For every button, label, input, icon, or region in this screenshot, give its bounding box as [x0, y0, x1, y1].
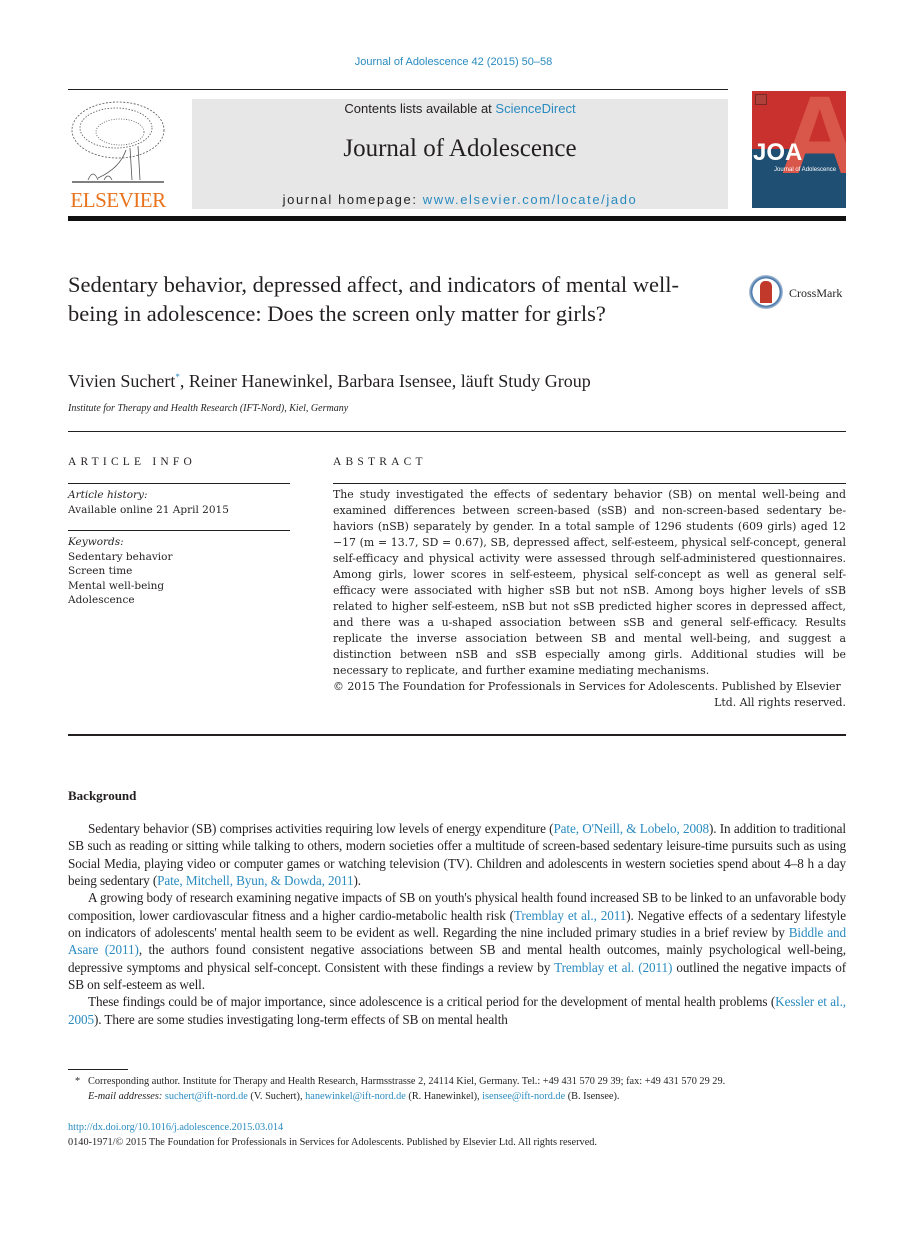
elsevier-logo[interactable]: ELSEVIER: [68, 98, 168, 212]
body-text-run: ). There are some studies investigating …: [93, 1011, 508, 1027]
journal-homepage-link[interactable]: www.elsevier.com/locate/jado: [423, 192, 638, 207]
crossmark-button[interactable]: CrossMark: [749, 275, 849, 311]
header-thick-rule: [68, 216, 846, 221]
homepage-prefix: journal homepage:: [282, 192, 423, 207]
journal-citation-link[interactable]: Journal of Adolescence 42 (2015) 50–58: [0, 56, 907, 68]
abstract-copyright-line: © 2015 The Foundation for Professionals …: [333, 680, 841, 693]
citation-link[interactable]: Pate, Mitchell, Byun, & Dowda, 2011: [157, 873, 353, 888]
citation-link[interactable]: Tremblay et al. (2011): [554, 960, 672, 975]
journal-cover-image[interactable]: A JOA Journal of Adolescence: [752, 91, 846, 208]
contents-prefix: Contents lists available at: [344, 101, 496, 116]
cover-subtitle: Journal of Adolescence: [774, 167, 837, 173]
article-info-heading: ARTICLE INFO: [68, 456, 196, 468]
email-link[interactable]: hanewinkel@ift-nord.de: [305, 1091, 406, 1102]
author-list: Vivien Suchert*, Reiner Hanewinkel, Barb…: [68, 371, 591, 391]
elsevier-wordmark: ELSEVIER: [70, 188, 166, 212]
affiliation: Institute for Therapy and Health Researc…: [68, 403, 349, 414]
footnote-rule: [68, 1069, 128, 1070]
abstract-copyright-line: Ltd. All rights reserved.: [714, 696, 846, 709]
history-label: Article history:: [68, 489, 148, 501]
article-info-rule: [68, 530, 290, 531]
section-rule: [68, 431, 846, 432]
homepage-line: journal homepage: www.elsevier.com/locat…: [192, 192, 728, 207]
keyword-item: Adolescence: [68, 594, 135, 606]
author-name[interactable]: Reiner Hanewinkel: [189, 371, 328, 391]
citation-link[interactable]: Pate, O'Neill, & Lobelo, 2008: [553, 821, 709, 836]
elsevier-tree-icon: [71, 101, 165, 183]
body-paragraph: A growing body of research examining neg…: [68, 889, 846, 993]
doi-link[interactable]: http://dx.doi.org/10.1016/j.adolescence.…: [68, 1120, 597, 1135]
email-footnote: E-mail addresses: suchert@ift-nord.de (V…: [68, 1089, 846, 1104]
article-title: Sedentary behavior, depressed affect, an…: [68, 272, 679, 326]
abstract-text: The study investigated the effects of se…: [333, 488, 846, 677]
email-link[interactable]: suchert@ift-nord.de: [165, 1091, 248, 1102]
keywords-label: Keywords:: [68, 536, 124, 548]
rights-statement: 0140-1971/© 2015 The Foundation for Prof…: [68, 1137, 597, 1148]
email-label: E-mail addresses:: [88, 1091, 163, 1102]
abstract-heading: ABSTRACT: [333, 456, 427, 468]
email-link[interactable]: isensee@ift-nord.de: [482, 1091, 565, 1102]
body-text-run: ).: [353, 873, 362, 889]
abstract-rule: [333, 483, 846, 484]
abstract-end-rule: [68, 734, 846, 736]
article-info-rule: [68, 483, 290, 484]
email-owner: (B. Isensee).: [565, 1091, 620, 1102]
crossmark-label: CrossMark: [789, 286, 843, 300]
email-owner: (V. Suchert),: [247, 1091, 306, 1102]
keywords: Keywords: Sedentary behavior Screen time…: [68, 535, 290, 608]
body-text-run: These findings could be of major importa…: [88, 994, 776, 1010]
section-heading-background: Background: [68, 788, 137, 803]
history-value: Available online 21 April 2015: [68, 503, 229, 516]
author-name[interactable]: Barbara Isensee: [337, 371, 451, 391]
body-text: Sedentary behavior (SB) comprises activi…: [68, 820, 846, 1028]
corresponding-author-footnote: * Corresponding author. Institute for Th…: [68, 1074, 846, 1089]
cover-logo-letters: JOA: [753, 139, 803, 166]
keyword-item: Screen time: [68, 565, 133, 577]
crossmark-ribbon-icon: [760, 281, 772, 303]
footnote-marker: *: [75, 1076, 81, 1087]
email-owner: (R. Hanewinkel),: [405, 1091, 483, 1102]
body-paragraph: Sedentary behavior (SB) comprises activi…: [68, 820, 846, 889]
corresponding-author-text: Corresponding author. Institute for Ther…: [88, 1076, 726, 1087]
author-name[interactable]: läuft Study Group: [461, 371, 591, 391]
keyword-item: Mental well-being: [68, 579, 165, 592]
header-rule: [68, 89, 728, 90]
abstract-copyright: © 2015 The Foundation for Professionals …: [333, 679, 846, 711]
abstract: The study investigated the effects of se…: [333, 487, 846, 711]
journal-title: Journal of Adolescence: [343, 135, 577, 162]
body-text-run: Sedentary behavior (SB) comprises activi…: [88, 821, 554, 836]
doi-block: http://dx.doi.org/10.1016/j.adolescence.…: [68, 1120, 597, 1150]
article-history: Article history: Available online 21 Apr…: [68, 488, 290, 517]
sciencedirect-link[interactable]: ScienceDirect: [495, 101, 575, 116]
body-paragraph: These findings could be of major importa…: [68, 993, 846, 1028]
corresponding-author-marker[interactable]: *: [175, 372, 180, 382]
keyword-item: Sedentary behavior: [68, 550, 173, 563]
cover-publisher-mark: [755, 94, 767, 105]
contents-line: Contents lists available at ScienceDirec…: [192, 101, 728, 116]
journal-banner: Contents lists available at ScienceDirec…: [192, 99, 728, 209]
footnotes: * Corresponding author. Institute for Th…: [68, 1074, 846, 1104]
citation-link[interactable]: Tremblay et al., 2011: [514, 908, 626, 923]
author-name[interactable]: Vivien Suchert: [68, 371, 175, 391]
